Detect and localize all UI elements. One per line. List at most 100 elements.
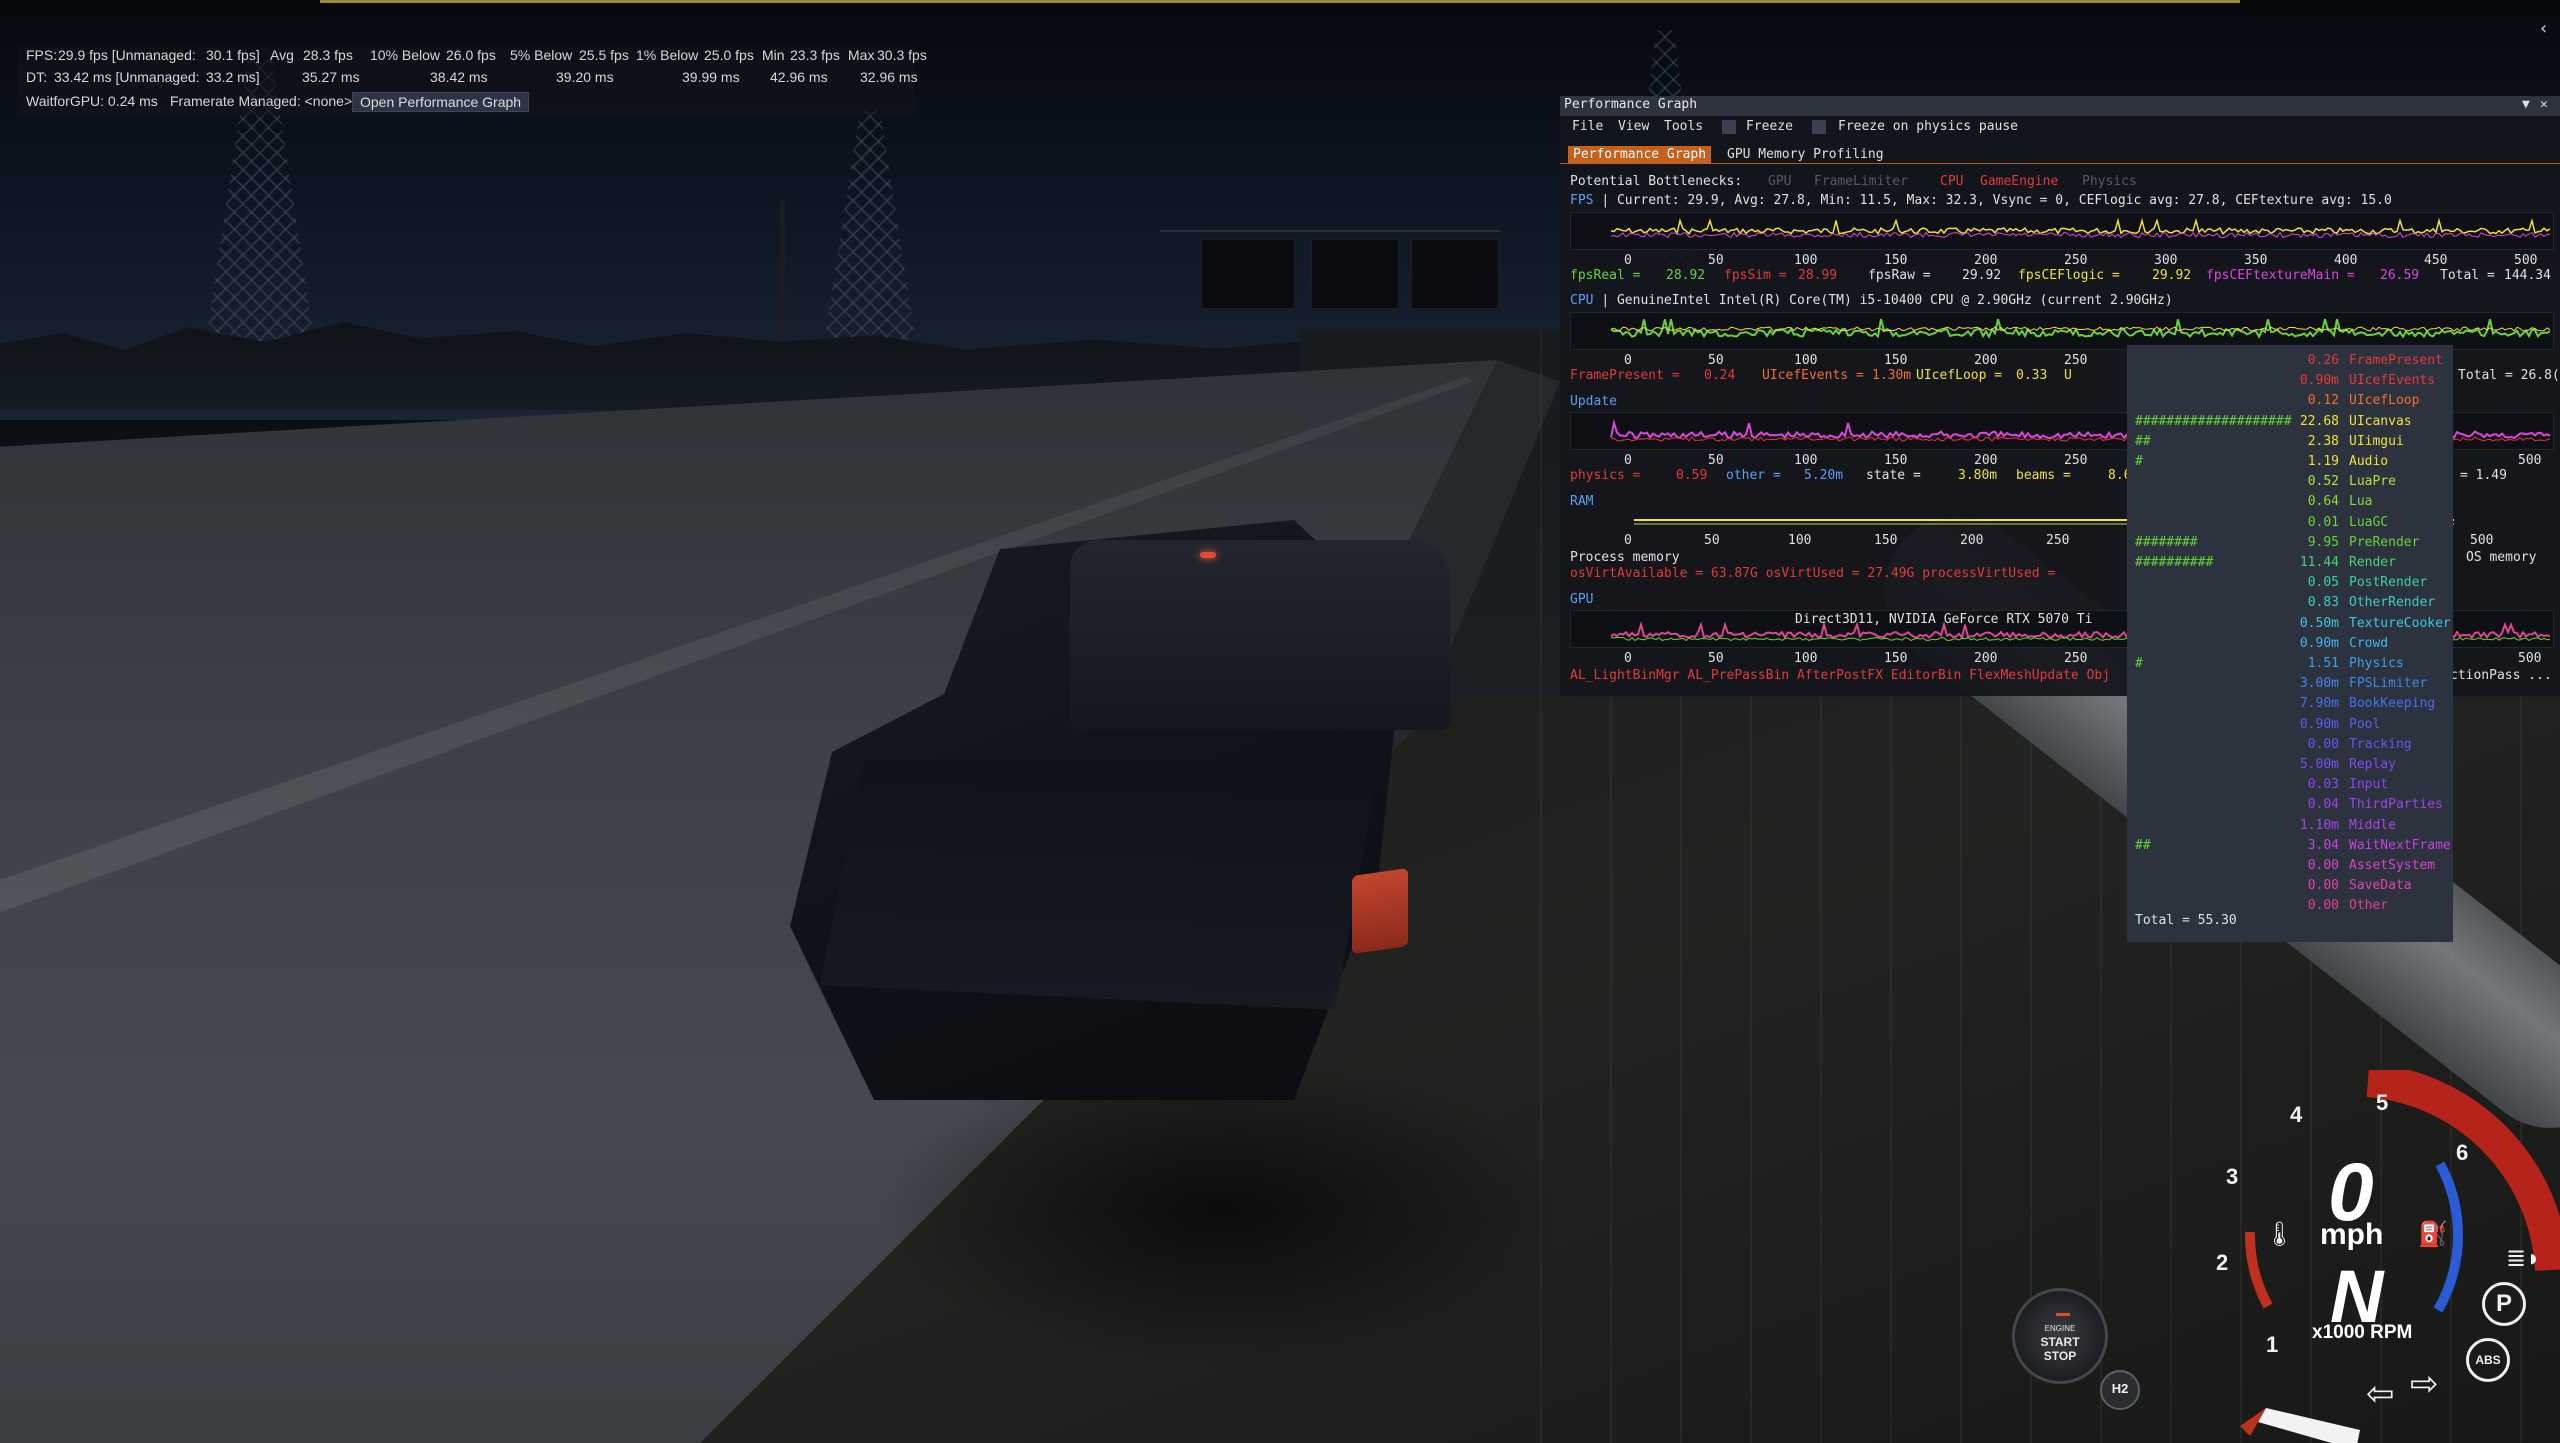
- cpu-breakdown-row: #1.51 Physics: [2135, 654, 2451, 674]
- breakdown-name: UIcefEvents: [2349, 373, 2436, 389]
- cpu-breakdown-row: 0.00 SaveData: [2135, 876, 2451, 896]
- engine-start-stop-button[interactable]: ENGINE START STOP: [2012, 1288, 2108, 1384]
- cpu-breakdown-row: 0.00 Tracking: [2135, 735, 2451, 755]
- rpm-needle-arc: [2258, 1408, 2360, 1443]
- breakdown-value: 0.52: [2307, 474, 2339, 490]
- axis-tick: 50: [1708, 453, 1724, 468]
- breakdown-name: LuaPre: [2349, 474, 2396, 490]
- fps-legend: fpsReal = 28.92 fpsSim = 28.99 fpsRaw = …: [1570, 268, 2551, 284]
- ram-axis: 0 50 100 150 200 250: [1624, 534, 2124, 548]
- h2-badge[interactable]: H2: [2100, 1370, 2140, 1410]
- breakdown-value: 0.12: [2307, 393, 2339, 409]
- cpu-breakdown-row: 0.83 OtherRender: [2135, 593, 2451, 613]
- breakdown-value: 2.38: [2307, 433, 2339, 449]
- axis-tick: 0: [1624, 453, 1632, 468]
- legend-key: fpsCEFlogic =: [2018, 268, 2120, 283]
- fps-value: 29.9 fps [Unmanaged:: [58, 47, 196, 63]
- window-titlebar[interactable]: Performance Graph ▼ ✕: [1560, 96, 2560, 116]
- breakdown-value: 3.00m: [2299, 676, 2339, 692]
- bottleneck-gpu: GPU: [1768, 174, 1792, 189]
- gpu-section-label: GPU: [1570, 592, 1594, 607]
- tab-performance-graph[interactable]: Performance Graph: [1568, 146, 1712, 164]
- rpm-label: x1000 RPM: [2312, 1322, 2413, 1343]
- axis-tick: 200: [1960, 533, 1984, 548]
- rpm-mark-4: 4: [2290, 1102, 2303, 1127]
- tab-gpu-memory-profiling[interactable]: GPU Memory Profiling: [1722, 146, 1889, 164]
- below10-label: 10% Below: [370, 47, 441, 63]
- axis-tick: 350: [2244, 253, 2268, 268]
- speed-unit: mph: [2320, 1218, 2384, 1251]
- legend-key: UIcefEvents =: [1762, 368, 1864, 383]
- menu-tools[interactable]: Tools: [1664, 119, 1703, 134]
- truck-cab: [1070, 540, 1450, 730]
- axis-tick: 0: [1624, 651, 1632, 666]
- fps-graph[interactable]: [1570, 212, 2554, 250]
- cpu-breakdown-row: 0.64 Lua: [2135, 492, 2451, 512]
- highway-sign: [1410, 238, 1500, 310]
- open-performance-graph-button[interactable]: Open Performance Graph: [352, 92, 530, 112]
- axis-tick: 500: [2514, 253, 2538, 268]
- axis-tick: 250: [2064, 453, 2088, 468]
- max-dt: 32.96 ms: [860, 69, 918, 85]
- legend-value: 144.34: [2504, 268, 2551, 283]
- close-icon[interactable]: ✕: [2540, 97, 2548, 112]
- bottlenecks-line: Potential Bottlenecks: GPU FrameLimiter …: [1570, 174, 2137, 190]
- bottleneck-gameengine: GameEngine: [1980, 174, 2059, 189]
- legend-value: 3.80m: [1958, 468, 1998, 483]
- breakdown-value: 7.90m: [2299, 696, 2339, 712]
- ram-legend: osVirtAvailable = 63.87G osVirtUsed = 27…: [1570, 566, 2056, 581]
- menu-view[interactable]: View: [1618, 119, 1649, 134]
- axis-tick: 0: [1624, 253, 1632, 268]
- cpu-summary-text: | GenuineIntel Intel(R) Core(TM) i5-1040…: [1601, 293, 2173, 308]
- min-label: Min: [762, 47, 785, 63]
- breakdown-name: Lua: [2349, 494, 2373, 510]
- axis-tick: 500: [2470, 533, 2494, 548]
- menu-file[interactable]: File: [1572, 119, 1603, 134]
- cpu-axis: 0 50 100 150 200 250: [1624, 354, 2124, 368]
- axis-tick: 500: [2518, 651, 2542, 666]
- breakdown-name: PostRender: [2349, 575, 2428, 591]
- breakdown-name: ThirdParties: [2349, 797, 2443, 813]
- chevron-left-icon[interactable]: ‹: [2540, 18, 2547, 39]
- axis-tick: 150: [1874, 533, 1898, 548]
- breakdown-name: FPSLimiter: [2349, 676, 2428, 692]
- process-memory-label: Process memory: [1570, 550, 1680, 565]
- freeze-label: Freeze: [1746, 119, 1793, 134]
- parking-brake-icon: P: [2482, 1282, 2526, 1326]
- legend-value: 1.30m: [1872, 368, 1912, 383]
- engine-label: ENGINE: [2044, 1324, 2076, 1333]
- axis-tick: 100: [1794, 353, 1818, 368]
- legend-key: fpsReal =: [1570, 268, 1641, 283]
- axis-tick: 50: [1708, 651, 1724, 666]
- breakdown-value: 0.00: [2307, 736, 2339, 752]
- breakdown-name: UIimgui: [2349, 433, 2404, 449]
- legend-value: 29.92: [1962, 268, 2002, 283]
- breakdown-value: 11.44: [2299, 555, 2339, 570]
- axis-tick: 200: [1974, 353, 1998, 368]
- window-title: Performance Graph: [1564, 97, 1698, 112]
- gpu-device-name: Direct3D11, NVIDIA GeForce RTX 5070 Ti: [1795, 612, 2093, 627]
- cpu-breakdown-row: 0.01 LuaGC: [2135, 513, 2451, 533]
- start-label: START: [2040, 1335, 2080, 1349]
- left-turn-signal-icon: ⇦: [2366, 1375, 2395, 1413]
- breakdown-value: 0.90m: [2299, 635, 2339, 651]
- cpu-breakdown-row: 0.50m TextureCooker: [2135, 614, 2451, 634]
- collapse-icon[interactable]: ▼: [2522, 97, 2530, 112]
- freeze-physics-checkbox[interactable]: [1812, 120, 1826, 134]
- highway-sign: [1200, 238, 1296, 310]
- max-fps: 30.3 fps: [877, 47, 927, 63]
- breakdown-name: BookKeeping: [2349, 696, 2436, 712]
- legend-key: U: [2064, 368, 2072, 383]
- axis-tick: 50: [1708, 353, 1724, 368]
- framerate-managed: Framerate Managed: <none>: [170, 93, 353, 109]
- bottleneck-cpu: CPU: [1940, 174, 1964, 189]
- cpu-breakdown-row: 5.00m Replay: [2135, 755, 2451, 775]
- breakdown-name: AssetSystem: [2349, 858, 2436, 873]
- below5-fps: 25.5 fps: [579, 47, 629, 63]
- cpu-breakdown-row: 7.90m BookKeeping: [2135, 694, 2451, 714]
- cpu-breakdown-row: #################### 22.68 UIcanvas: [2135, 412, 2451, 432]
- fps-section-label: FPS: [1570, 193, 1594, 208]
- axis-tick: 0: [1624, 353, 1632, 368]
- freeze-checkbox[interactable]: [1722, 120, 1736, 134]
- legend-key: fpsRaw =: [1868, 268, 1931, 283]
